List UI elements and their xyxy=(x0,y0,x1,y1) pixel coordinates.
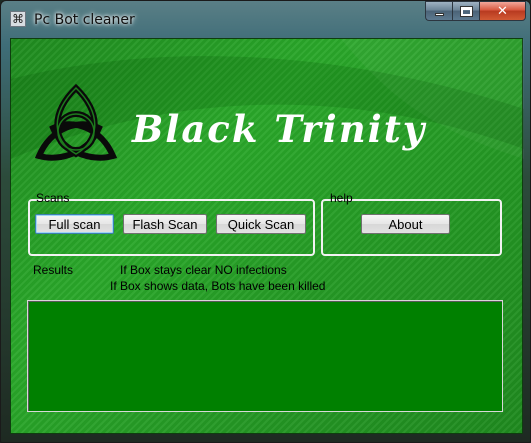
brand-title: Black Trinity xyxy=(132,107,427,151)
quick-scan-button[interactable]: Quick Scan xyxy=(216,214,306,234)
results-label: Results xyxy=(33,263,74,277)
app-icon[interactable]: ⌘ xyxy=(10,11,26,27)
maximize-button[interactable] xyxy=(452,1,479,21)
flash-scan-button[interactable]: Flash Scan xyxy=(123,214,207,234)
scans-group-legend: Scans xyxy=(36,191,70,205)
window-title: Pc Bot cleaner xyxy=(34,12,135,28)
about-button[interactable]: About xyxy=(361,214,450,234)
app-window: ⌘ Pc Bot cleaner ✕ Black Trinity Scans F… xyxy=(0,0,531,443)
maximize-icon xyxy=(459,5,473,17)
close-button[interactable]: ✕ xyxy=(479,1,526,21)
help-group: help About xyxy=(321,191,502,256)
results-info-line-2: If Box shows data, Bots have been killed xyxy=(110,279,326,293)
caption-buttons: ✕ xyxy=(425,1,526,21)
triquetra-icon xyxy=(34,83,118,161)
results-info-line-1: If Box stays clear NO infections xyxy=(120,263,287,277)
client-area: Black Trinity Scans Full scan Flash Scan… xyxy=(10,38,524,434)
minimize-icon xyxy=(434,12,444,16)
help-group-legend: help xyxy=(330,191,353,205)
full-scan-button[interactable]: Full scan xyxy=(35,214,114,234)
close-icon: ✕ xyxy=(497,3,508,19)
minimize-button[interactable] xyxy=(425,1,452,21)
scans-group: Scans Full scan Flash Scan Quick Scan xyxy=(28,191,315,256)
results-output-box[interactable] xyxy=(27,300,503,412)
title-bar[interactable]: ⌘ Pc Bot cleaner ✕ xyxy=(1,1,530,37)
